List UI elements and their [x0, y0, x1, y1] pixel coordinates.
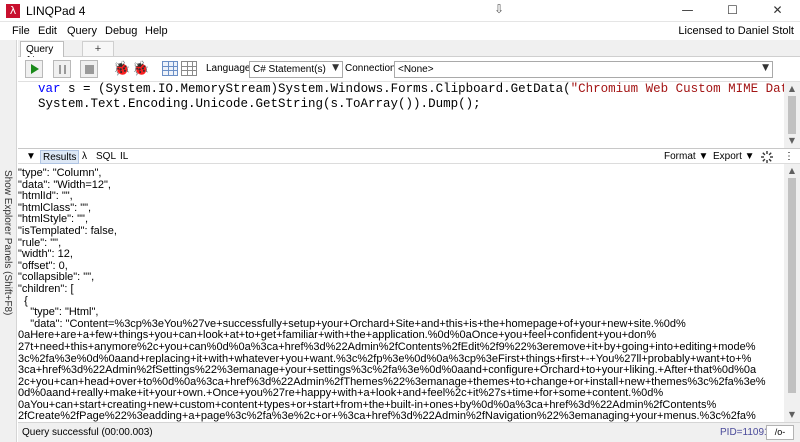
query-status: Query successful (00:00.003) [22, 427, 153, 438]
output-line: "htmlStyle": "", [18, 214, 89, 226]
menu-bar: File Edit Query Debug Help Licensed to D… [0, 22, 800, 40]
output-line: "htmlClass": "", [18, 202, 92, 214]
results-to-rich-text-icon[interactable] [162, 61, 178, 76]
connection-select[interactable]: <None> ▼ [394, 61, 773, 78]
bug-blue-icon[interactable]: 🐞 [132, 61, 149, 77]
bug-red-icon[interactable]: 🐞 [113, 61, 130, 77]
status-bar: Query successful (00:00.003) PID=110916 … [18, 422, 800, 442]
pause-button[interactable] [53, 60, 71, 78]
menu-query[interactable]: Query [67, 25, 97, 37]
tab-sql[interactable]: SQL [94, 150, 118, 164]
scroll-down-icon[interactable]: ▼ [784, 134, 800, 148]
spinner-icon [761, 151, 773, 163]
minimize-button[interactable]: — [665, 0, 710, 21]
results-to-grids-icon[interactable] [181, 61, 197, 76]
output-line: 0aHere+are+a+few+things+you+can+look+at+… [18, 330, 657, 342]
tab-results[interactable]: Results [40, 150, 80, 164]
connection-label: Connection [345, 63, 396, 74]
play-icon [31, 64, 39, 74]
language-select[interactable]: C# Statement(s) ▼ [249, 61, 343, 78]
query-toolbar: 🐞 🐞 Language C# Statement(s) ▼ Connectio… [18, 57, 800, 82]
new-query-tab-button[interactable]: + [82, 41, 114, 56]
explorer-panel-toggle[interactable]: Show Explorer Panels (Shift+F8) [0, 40, 17, 442]
collapse-results-icon[interactable]: ▼ [26, 150, 36, 163]
menu-file[interactable]: File [12, 25, 30, 37]
scrollbar-thumb[interactable] [788, 178, 796, 393]
stop-icon [85, 65, 94, 74]
query-tabstrip: Query 1* + [18, 40, 800, 66]
format-menu-button[interactable]: Format ▼ [664, 150, 708, 163]
scroll-down-icon[interactable]: ▼ [784, 408, 800, 422]
editor-scrollbar[interactable]: ▲ ▼ [784, 82, 800, 148]
code-editor[interactable]: var s = (System.IO.MemoryStream)System.W… [18, 82, 784, 148]
string-literal: "Chromium Web Custom MIME Data Format" [570, 82, 784, 96]
output-line: "type": "Html", [18, 307, 99, 319]
linqpad-lambda-icon: λ [6, 4, 20, 18]
language-label: Language [206, 63, 251, 74]
window-title: LINQPad 4 [26, 4, 86, 18]
license-text: Licensed to Daniel Stolt [678, 25, 794, 37]
output-line: 27t+need+this+anymore%2c+you+can%0d%0a%3… [18, 341, 756, 353]
stop-button[interactable] [80, 60, 98, 78]
output-line: "data": "Content=%3cp%3eYou%27ve+success… [18, 318, 686, 330]
output-line: "children": [ [18, 283, 74, 295]
connection-value: <None> [398, 64, 434, 75]
code-text: s = (System.IO.MemoryStream)System.Windo… [60, 82, 571, 96]
execute-button[interactable] [25, 60, 43, 78]
output-line: "data": "Width=12", [18, 179, 111, 191]
results-output[interactable]: "type": "Column", "data": "Width=12", "htm… [18, 164, 784, 422]
close-button[interactable]: ✕ [755, 0, 800, 21]
output-line: "rule": "", [18, 237, 62, 249]
more-options-icon[interactable]: ⋮ [784, 150, 794, 163]
scroll-up-icon[interactable]: ▲ [784, 82, 800, 96]
language-value: C# Statement(s) [253, 64, 326, 75]
pause-icon [59, 65, 66, 74]
chevron-down-icon: ▼ [762, 63, 769, 73]
scroll-up-icon[interactable]: ▲ [784, 164, 800, 178]
output-line: 0aYou+can+start+creating+new+custom+cont… [18, 399, 717, 411]
tab-lambda[interactable]: λ [80, 150, 89, 164]
output-line: { [18, 295, 28, 307]
keyword-var: var [38, 82, 61, 96]
output-line: 2c+you+can+head+over+to%0d%0a%3ca+href%3… [18, 376, 766, 388]
code-line-1: var s = (System.IO.MemoryStream)System.W… [38, 82, 784, 97]
tab-query-1[interactable]: Query 1* [20, 41, 64, 66]
menu-edit[interactable]: Edit [38, 25, 57, 37]
output-line: "isTemplated": false, [18, 225, 117, 237]
output-line: "width": 12, [18, 249, 73, 261]
output-line: 2fCreate%2fPage%22%3eadding+a+page%3c%2f… [18, 411, 756, 422]
output-line: "htmlId": "", [18, 191, 73, 203]
pin-icon[interactable]: ⇩ [494, 2, 504, 16]
output-line: 3c%2fa%3e%0d%0aand+replacing+it+with+wha… [18, 353, 752, 365]
export-menu-button[interactable]: Export ▼ [713, 150, 755, 163]
scrollbar-thumb[interactable] [788, 96, 796, 134]
explorer-panel-label: Show Explorer Panels (Shift+F8) [2, 170, 13, 316]
chevron-down-icon: ▼ [332, 63, 339, 73]
optimize-toggle-button[interactable]: /o- [766, 425, 794, 440]
maximize-button[interactable]: ☐ [710, 0, 755, 21]
output-scrollbar[interactable]: ▲ ▼ [784, 164, 800, 422]
output-line: "offset": 0, [18, 260, 68, 272]
menu-help[interactable]: Help [145, 25, 168, 37]
output-line: "type": "Column", [18, 168, 102, 179]
title-bar: λ LINQPad 4 ⇩ — ☐ ✕ [0, 0, 800, 22]
tab-il[interactable]: IL [118, 150, 130, 164]
output-line: "collapsible": "", [18, 272, 95, 284]
results-bar: ▼ Results λ SQL IL Format ▼ Export ▼ ⋮ [18, 148, 800, 164]
code-line-2: System.Text.Encoding.Unicode.GetString(s… [38, 97, 481, 111]
output-line: 0d%0aand+really+make+it+your+own.+Once+y… [18, 388, 664, 400]
menu-debug[interactable]: Debug [105, 25, 137, 37]
output-line: 3ca+href%3d%22Admin%2fSettings%22%3emana… [18, 365, 757, 377]
